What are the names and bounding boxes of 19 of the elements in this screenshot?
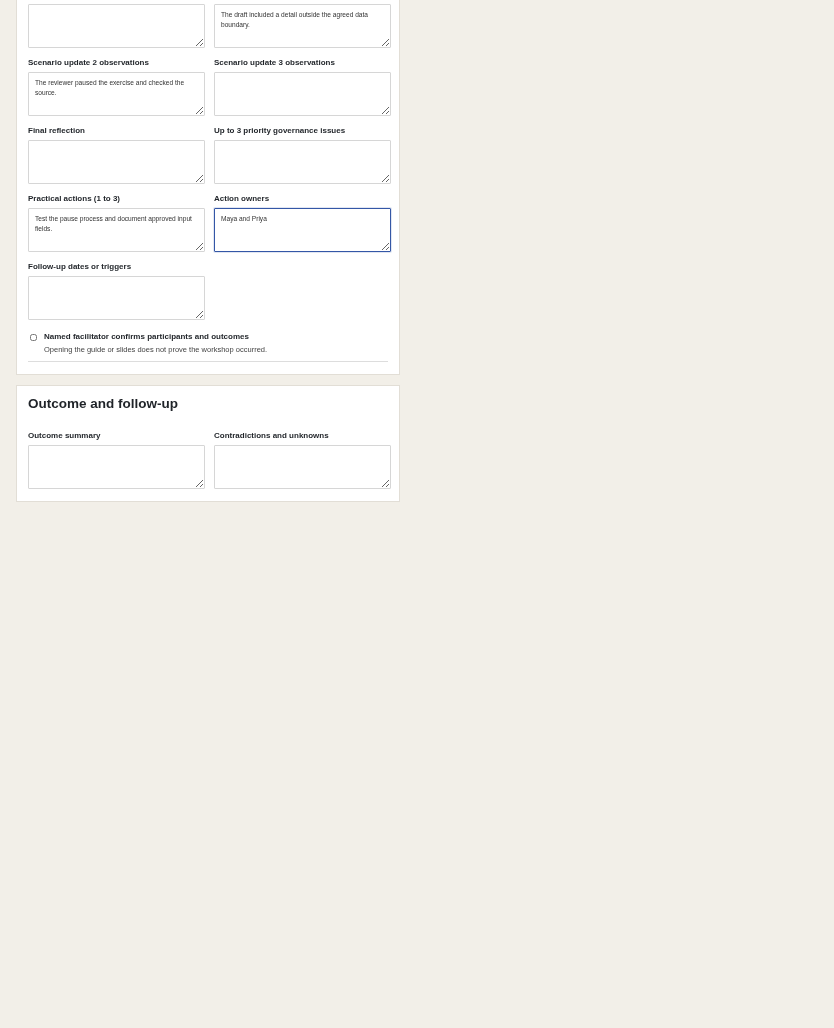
field-label: Outcome summary xyxy=(28,431,102,442)
field-label: Follow-up dates or triggers xyxy=(28,262,133,272)
text-area[interactable] xyxy=(28,276,205,320)
section-title: Outcome and follow-up xyxy=(28,396,179,413)
text-area[interactable] xyxy=(28,4,205,48)
field-label: Scenario update 3 observations xyxy=(214,58,336,68)
checkbox-label: Named facilitator confirms participants and outcomes xyxy=(44,332,250,342)
text-area[interactable] xyxy=(28,445,205,490)
field-label: Final reflection xyxy=(28,126,86,136)
field-label: Action owners xyxy=(214,194,271,204)
text-area[interactable] xyxy=(28,140,205,184)
text-area[interactable] xyxy=(214,445,391,490)
field-label: Scenario update 2 observations xyxy=(28,58,150,68)
field-label: Practical actions (1 to 3) xyxy=(28,194,122,204)
field-label: Contradictions and unknowns xyxy=(214,431,330,442)
text-area[interactable] xyxy=(214,140,391,184)
field-label: Up to 3 priority governance issues xyxy=(214,126,347,136)
checkbox[interactable] xyxy=(30,334,37,341)
text-area[interactable] xyxy=(214,72,391,116)
